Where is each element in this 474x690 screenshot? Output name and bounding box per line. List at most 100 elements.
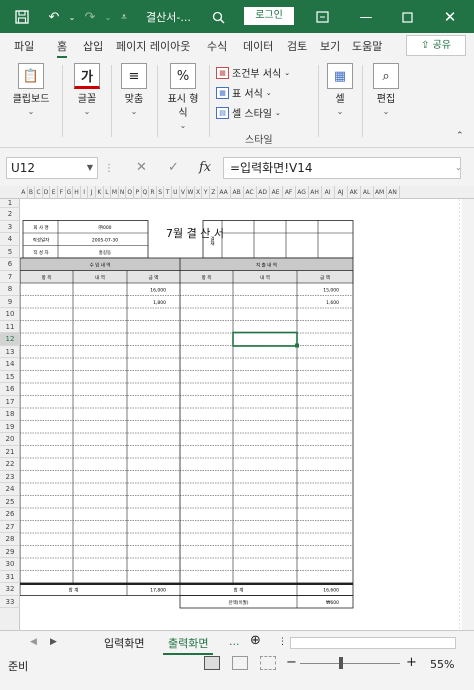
add-sheet-icon[interactable]: ⊕ bbox=[250, 633, 261, 648]
column-header[interactable]: AI bbox=[322, 186, 335, 199]
row-header[interactable]: 4 bbox=[0, 233, 20, 246]
undo-icon[interactable]: ↶ bbox=[44, 7, 64, 27]
close-icon[interactable]: ✕ bbox=[440, 7, 460, 27]
row-header[interactable]: 31 bbox=[0, 571, 20, 583]
alignment-group[interactable]: ≡ 맞춤 ⌄ bbox=[114, 63, 154, 116]
row-header[interactable]: 32 bbox=[0, 583, 20, 596]
row-header[interactable]: 7 bbox=[0, 271, 20, 283]
scroll-tabs-left-icon[interactable]: ◀ bbox=[30, 637, 37, 647]
normal-view-icon[interactable] bbox=[204, 656, 220, 670]
column-header[interactable]: W bbox=[187, 186, 195, 199]
row-header[interactable]: 25 bbox=[0, 496, 20, 508]
column-header[interactable]: V bbox=[180, 186, 188, 199]
horizontal-scrollbar[interactable] bbox=[290, 637, 456, 649]
column-header[interactable]: E bbox=[50, 186, 58, 199]
row-header[interactable]: 26 bbox=[0, 508, 20, 521]
column-header[interactable]: AF bbox=[283, 186, 296, 199]
column-header[interactable]: AB bbox=[231, 186, 244, 199]
column-header[interactable]: AK bbox=[348, 186, 361, 199]
search-icon[interactable] bbox=[208, 7, 228, 27]
column-header[interactable]: U bbox=[172, 186, 180, 199]
column-header[interactable]: Z bbox=[210, 186, 218, 199]
column-header[interactable]: O bbox=[126, 186, 134, 199]
row-header[interactable]: 21 bbox=[0, 446, 20, 458]
column-header[interactable]: N bbox=[119, 186, 127, 199]
minimize-icon[interactable]: — bbox=[356, 7, 376, 27]
scroll-tabs-right-icon[interactable]: ▶ bbox=[50, 637, 57, 647]
customize-toolbar-icon[interactable]: ⩡ bbox=[114, 7, 134, 27]
tab-review[interactable]: 검토 bbox=[287, 38, 307, 54]
column-header[interactable]: M bbox=[111, 186, 119, 199]
column-header[interactable]: C bbox=[35, 186, 43, 199]
row-header[interactable]: 8 bbox=[0, 283, 20, 296]
conditional-format-button[interactable]: ▦ 조건부 서식 ⌄ bbox=[216, 65, 290, 80]
row-header[interactable]: 2 bbox=[0, 208, 20, 221]
chevron-down-icon[interactable]: ▼ bbox=[87, 158, 93, 178]
row-header[interactable]: 12 bbox=[0, 333, 20, 346]
maximize-icon[interactable] bbox=[397, 7, 417, 27]
column-header[interactable]: B bbox=[28, 186, 36, 199]
row-header[interactable]: 10 bbox=[0, 308, 20, 321]
row-header[interactable]: 14 bbox=[0, 358, 20, 371]
column-header[interactable]: I bbox=[81, 186, 89, 199]
column-header[interactable]: AC bbox=[244, 186, 257, 199]
row-header[interactable]: 30 bbox=[0, 558, 20, 571]
sheet-tab-input[interactable]: 입력화면 bbox=[104, 635, 144, 651]
column-header[interactable]: AD bbox=[257, 186, 270, 199]
row-header[interactable]: 16 bbox=[0, 383, 20, 396]
format-as-table-button[interactable]: ▦ 표 서식 ⌄ bbox=[216, 85, 272, 100]
tab-home[interactable]: 홈 bbox=[57, 38, 68, 58]
tab-data[interactable]: 데이터 bbox=[243, 38, 273, 54]
cancel-icon[interactable]: ✕ bbox=[136, 160, 147, 175]
row-header[interactable]: 27 bbox=[0, 521, 20, 533]
tab-page-layout[interactable]: 페이지 레이아웃 bbox=[116, 38, 190, 54]
sheet-tab-output[interactable]: 출력화면 bbox=[163, 635, 214, 655]
worksheet-grid[interactable]: A B C D E F G H I J K L M N O P Q R S T U V W X Y Z AA AB AC AD AE AF AG… bbox=[0, 186, 474, 630]
ribbon-collapse-icon[interactable]: ⌃ bbox=[456, 131, 464, 141]
row-header[interactable]: 22 bbox=[0, 458, 20, 471]
undo-dropdown-icon[interactable]: ⌄ bbox=[62, 7, 82, 27]
column-header[interactable]: AM bbox=[374, 186, 387, 199]
column-header[interactable]: AA bbox=[218, 186, 231, 199]
sheet-content[interactable]: 7월 결 산 서 회 사 명작성일자작 성 자 ㈜000 2005-07-30 홍길동 결… bbox=[20, 199, 460, 630]
row-header[interactable]: 17 bbox=[0, 396, 20, 408]
insert-function-icon[interactable]: fx bbox=[199, 160, 211, 175]
formula-bar-grip-icon[interactable]: ⋮ bbox=[104, 163, 114, 174]
tab-splitter-icon[interactable]: ⋮ bbox=[278, 637, 287, 647]
column-header[interactable]: K bbox=[96, 186, 104, 199]
row-header[interactable]: 18 bbox=[0, 408, 20, 421]
clipboard-group[interactable]: 📋 클립보드 ⌄ bbox=[4, 63, 58, 116]
enter-icon[interactable]: ✓ bbox=[168, 160, 179, 175]
column-header[interactable]: D bbox=[43, 186, 51, 199]
tab-view[interactable]: 보기 bbox=[320, 38, 340, 54]
redo-icon[interactable]: ↷ bbox=[80, 7, 100, 27]
share-button[interactable]: ⇪ 공유 bbox=[406, 35, 466, 56]
page-break-view-icon[interactable] bbox=[260, 656, 276, 670]
row-header[interactable]: 1 bbox=[0, 199, 20, 208]
number-format-group[interactable]: % 표시 형식 ⌄ bbox=[160, 63, 206, 130]
column-header[interactable]: T bbox=[164, 186, 172, 199]
row-header[interactable]: 3 bbox=[0, 221, 20, 233]
zoom-slider-handle[interactable] bbox=[339, 657, 343, 669]
column-header[interactable]: Q bbox=[142, 186, 150, 199]
zoom-in-icon[interactable]: + bbox=[406, 655, 417, 670]
column-header[interactable]: L bbox=[104, 186, 112, 199]
row-header[interactable]: 19 bbox=[0, 421, 20, 433]
save-icon[interactable] bbox=[12, 7, 32, 27]
row-header[interactable]: 9 bbox=[0, 296, 20, 308]
page-layout-view-icon[interactable] bbox=[232, 656, 248, 670]
row-header[interactable]: 28 bbox=[0, 533, 20, 546]
formula-expand-icon[interactable]: ⌄ bbox=[455, 163, 462, 172]
column-header[interactable]: A bbox=[20, 186, 28, 199]
tab-help[interactable]: 도움말 bbox=[352, 38, 382, 54]
row-header[interactable]: 24 bbox=[0, 483, 20, 496]
column-header[interactable]: AE bbox=[270, 186, 283, 199]
tab-file[interactable]: 파일 bbox=[14, 38, 34, 54]
row-header[interactable]: 33 bbox=[0, 596, 20, 608]
formula-input[interactable]: =입력화면!V14 bbox=[223, 157, 461, 179]
column-header[interactable]: J bbox=[88, 186, 96, 199]
tab-formulas[interactable]: 수식 bbox=[207, 38, 227, 54]
column-header[interactable]: AH bbox=[309, 186, 322, 199]
column-header[interactable]: AG bbox=[296, 186, 309, 199]
column-header[interactable]: F bbox=[58, 186, 66, 199]
